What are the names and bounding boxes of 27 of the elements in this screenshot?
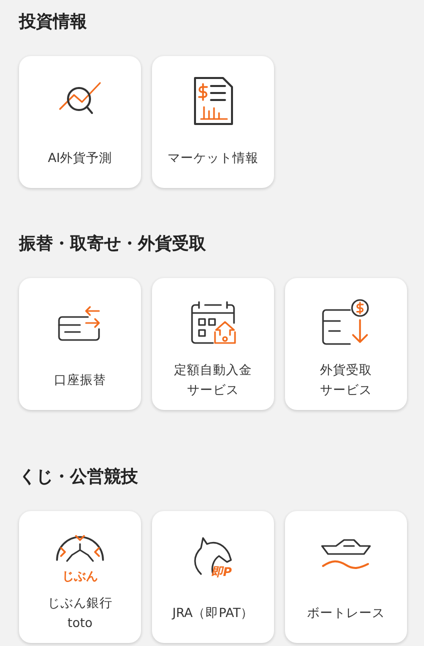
card-label: サービス bbox=[187, 381, 239, 399]
card-label: toto bbox=[67, 614, 93, 632]
menu-card[interactable]: AI外貨予測 bbox=[19, 56, 141, 188]
card-label: サービス bbox=[320, 381, 372, 399]
menu-card[interactable]: じぶん じぶん銀行 toto bbox=[19, 511, 141, 643]
calendar-deposit-icon bbox=[189, 299, 237, 347]
ball-logo: じぶん bbox=[51, 528, 109, 584]
card-label: 定額自動入金 bbox=[174, 361, 252, 379]
section-title: 投資情報 bbox=[19, 11, 88, 34]
section-title: 振替・取寄せ・外貨受取 bbox=[19, 233, 207, 256]
coin-receive-icon bbox=[320, 298, 372, 348]
menu-card[interactable]: 口座振替 bbox=[19, 278, 141, 410]
horse-logo: 即P bbox=[189, 530, 237, 582]
card-label: 口座振替 bbox=[54, 371, 106, 389]
menu-card[interactable]: 即P JRA（即PAT） bbox=[152, 511, 274, 643]
menu-card[interactable]: 定額自動入金 サービス bbox=[152, 278, 274, 410]
card-label: JRA（即PAT） bbox=[172, 604, 254, 622]
card-label: マーケット情報 bbox=[168, 149, 258, 167]
menu-card[interactable]: マーケット情報 bbox=[152, 56, 274, 188]
card-label: 外貨受取 bbox=[320, 361, 372, 379]
section-title: くじ・公営競技 bbox=[19, 466, 139, 489]
document-icon bbox=[191, 74, 235, 128]
menu-card[interactable]: ボートレース bbox=[285, 511, 407, 643]
card-label: ボートレース bbox=[307, 604, 385, 622]
card-label: AI外貨予測 bbox=[48, 149, 112, 167]
card-label: じぶん銀行 bbox=[48, 594, 112, 612]
menu-card[interactable]: 外貨受取 サービス bbox=[285, 278, 407, 410]
